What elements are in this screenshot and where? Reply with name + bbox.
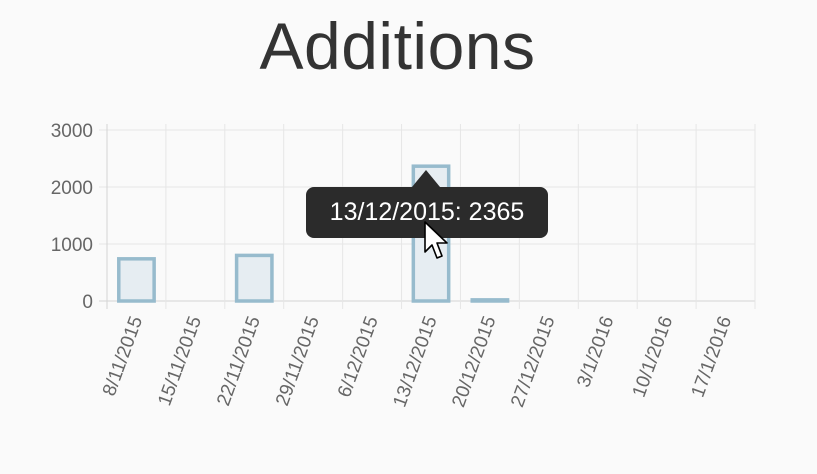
x-tick-label: 20/12/2015 <box>448 314 500 411</box>
chart-container: Additions 0 1000 2000 3000 8/11/2015 15/11/20… <box>0 0 817 474</box>
y-tick-label: 0 <box>82 292 93 313</box>
x-tick-label: 17/1/2016 <box>688 314 737 401</box>
x-tick-label: 27/12/2015 <box>507 314 559 411</box>
x-tick-label: 22/11/2015 <box>213 314 265 409</box>
x-tick-label: 8/11/2015 <box>99 314 147 399</box>
mouse-pointer-icon <box>424 221 448 259</box>
y-tick-label: 1000 <box>51 235 93 256</box>
bar-22-11-2015 <box>234 253 274 303</box>
x-tick-label: 6/12/2015 <box>334 314 383 401</box>
y-tick-label: 3000 <box>51 121 93 142</box>
x-tick-label: 10/1/2016 <box>629 314 678 401</box>
x-tick-label: 29/11/2015 <box>272 314 324 409</box>
x-tick-label: 3/1/2016 <box>573 314 618 391</box>
x-tick-label: 13/12/2015 <box>389 314 441 411</box>
y-tick-label: 2000 <box>51 178 93 199</box>
bar-20-12-2015 <box>470 298 510 303</box>
bar-8-11-2015 <box>117 257 156 303</box>
tooltip-caret <box>412 170 440 187</box>
x-tick-label: 15/11/2015 <box>154 314 206 409</box>
